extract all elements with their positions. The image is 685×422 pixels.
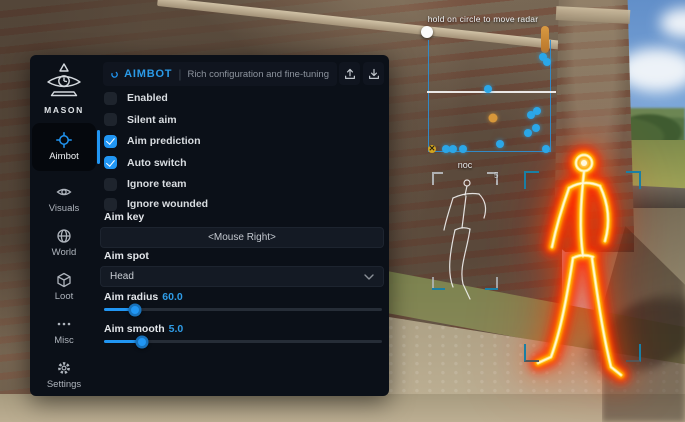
aim-key-button[interactable]: <Mouse Right> <box>100 227 384 248</box>
sidebar: MASON Aimbot Visua <box>30 55 98 396</box>
checkbox-label: Ignore team <box>127 178 187 190</box>
checkbox-label: Auto switch <box>127 157 187 169</box>
checkbox-box[interactable] <box>104 156 117 169</box>
mason-eye-icon <box>43 62 85 98</box>
aim-spot-select[interactable]: Head <box>100 266 384 287</box>
sidebar-item-misc[interactable]: Misc <box>32 311 96 351</box>
esp-player-name: noc <box>432 160 498 170</box>
checkbox-enabled[interactable]: Enabled <box>104 91 168 105</box>
sidebar-item-settings[interactable]: Settings <box>32 355 96 395</box>
sidebar-item-label: Misc <box>54 335 74 346</box>
cheat-menu-panel: MASON Aimbot Visua <box>30 55 389 396</box>
sidebar-item-loot[interactable]: Loot <box>32 267 96 307</box>
slider-thumb[interactable] <box>128 303 141 316</box>
aim-spot-label: Aim spot <box>104 250 149 262</box>
checkbox-box[interactable] <box>104 92 117 105</box>
esp-distance: 5 <box>494 171 498 180</box>
page-title: AIMBOT <box>124 68 172 80</box>
download-config-button[interactable] <box>363 62 384 85</box>
gravel-ground-strip <box>0 394 685 422</box>
chevron-down-icon <box>364 274 374 280</box>
checkbox-label: Silent aim <box>127 114 177 126</box>
skeleton-bounding-brackets <box>432 172 498 290</box>
checkbox-label: Ignore wounded <box>127 198 208 210</box>
sidebar-item-label: Settings <box>47 379 81 390</box>
loot-box-icon <box>56 272 72 288</box>
checkbox-box[interactable] <box>104 135 117 148</box>
spinner-icon <box>111 68 118 81</box>
checkbox-label: Aim prediction <box>127 135 201 147</box>
checkbox-aim-prediction[interactable]: Aim prediction <box>104 134 201 148</box>
download-icon <box>367 67 381 81</box>
checkbox-box[interactable] <box>104 113 117 126</box>
aim-radius-slider[interactable] <box>104 302 382 316</box>
page-subtitle: Rich configuration and fine-tuning <box>187 69 329 80</box>
checkbox-silent-aim[interactable]: Silent aim <box>104 113 177 127</box>
slider-track[interactable] <box>104 308 382 311</box>
upload-config-button[interactable] <box>339 62 360 85</box>
slider-thumb[interactable] <box>135 335 148 348</box>
upload-icon <box>343 67 357 81</box>
radar-box <box>428 40 551 152</box>
aim-spot-value: Head <box>110 271 134 282</box>
checkbox-ignore-wounded[interactable]: Ignore wounded <box>104 197 208 211</box>
radar-horizon-line <box>427 91 556 93</box>
sidebar-item-label: World <box>52 247 77 258</box>
gear-icon <box>56 360 72 376</box>
aimbot-page: AIMBOT | Rich configuration and fine-tun… <box>100 55 389 396</box>
checkbox-label: Enabled <box>127 92 168 104</box>
checkbox-auto-switch[interactable]: Auto switch <box>104 156 187 170</box>
checkbox-box[interactable] <box>104 178 117 191</box>
checkbox-box[interactable] <box>104 198 117 211</box>
eye-icon <box>56 184 72 200</box>
checkbox-ignore-team[interactable]: Ignore team <box>104 177 187 191</box>
brand-name: MASON <box>30 105 98 115</box>
crosshair-icon <box>56 132 72 148</box>
header-divider: | <box>178 67 181 81</box>
game-screen: hold on circle to move radar ✕ noc 5 <box>0 0 685 422</box>
sidebar-item-visuals[interactable]: Visuals <box>32 179 96 219</box>
radar-drag-handle[interactable] <box>421 26 433 38</box>
page-header: AIMBOT | Rich configuration and fine-tun… <box>103 62 337 86</box>
aim-key-label: Aim key <box>104 211 144 223</box>
sidebar-item-world[interactable]: World <box>32 223 96 263</box>
player-bounding-brackets <box>524 171 641 362</box>
sidebar-item-label: Visuals <box>49 203 79 214</box>
aim-smooth-slider[interactable] <box>104 334 382 348</box>
sidebar-item-aimbot[interactable]: Aimbot <box>32 123 96 171</box>
radar-hint-text: hold on circle to move radar <box>408 14 558 24</box>
brand-logo: MASON <box>30 62 98 115</box>
ellipsis-icon <box>56 316 72 332</box>
item-esp-marker <box>541 26 549 53</box>
globe-icon <box>56 228 72 244</box>
sidebar-item-label: Loot <box>55 291 74 302</box>
sidebar-item-label: Aimbot <box>49 151 79 162</box>
